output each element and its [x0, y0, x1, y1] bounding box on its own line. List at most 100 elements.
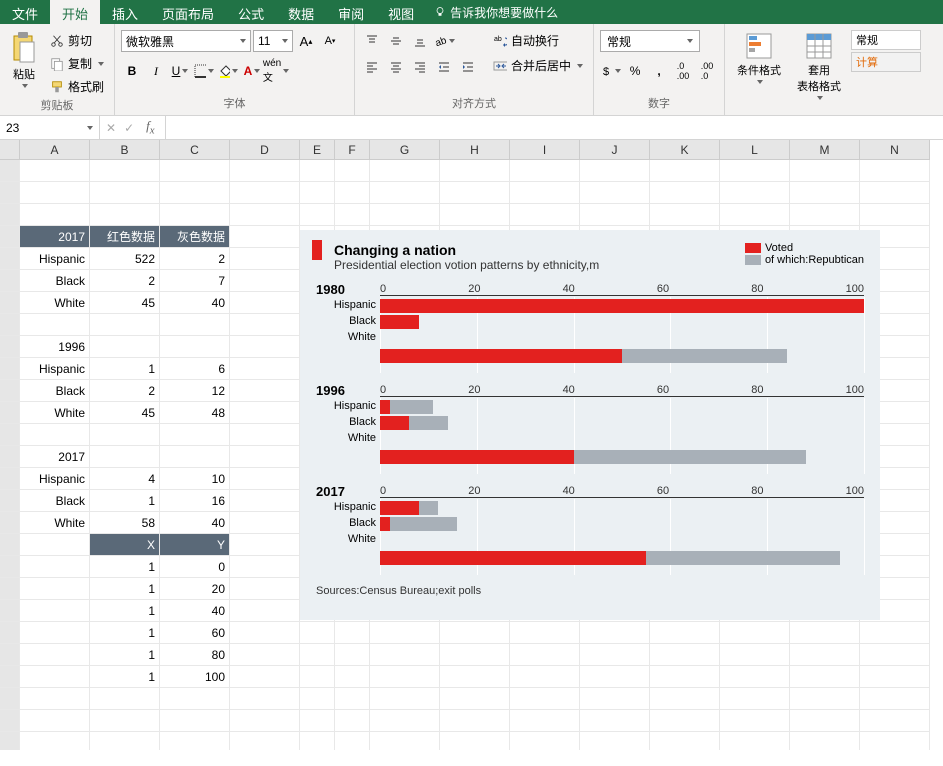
cell[interactable] [90, 732, 160, 750]
fx-icon[interactable]: fx [142, 118, 158, 137]
cell[interactable]: 1 [90, 622, 160, 644]
cell[interactable] [230, 182, 300, 204]
cell[interactable] [650, 688, 720, 710]
row-header[interactable] [0, 688, 20, 710]
cell[interactable] [860, 182, 930, 204]
column-header[interactable]: A [20, 140, 90, 160]
cell[interactable]: 40 [160, 292, 230, 314]
cell[interactable]: 1 [90, 556, 160, 578]
cell[interactable] [650, 666, 720, 688]
cell[interactable]: Black [20, 490, 90, 512]
cell[interactable] [230, 270, 300, 292]
cell[interactable] [300, 622, 335, 644]
cell[interactable] [90, 710, 160, 732]
cell[interactable] [790, 710, 860, 732]
formula-input[interactable] [166, 116, 943, 139]
cell[interactable] [650, 644, 720, 666]
cell[interactable] [230, 666, 300, 688]
row-header[interactable] [0, 226, 20, 248]
cell[interactable]: 灰色数据 [160, 226, 230, 248]
cell[interactable] [230, 380, 300, 402]
cell[interactable] [510, 710, 580, 732]
shrink-font-button[interactable]: A▾ [319, 30, 341, 52]
cell[interactable]: 2 [90, 380, 160, 402]
align-right-button[interactable] [409, 56, 431, 78]
conditional-format-button[interactable]: 条件格式 [731, 30, 787, 86]
cell[interactable] [650, 732, 720, 750]
cell[interactable]: 0 [160, 556, 230, 578]
cell[interactable] [90, 314, 160, 336]
cell[interactable] [370, 644, 440, 666]
cell[interactable] [580, 666, 650, 688]
cell[interactable]: 16 [160, 490, 230, 512]
row-header[interactable] [0, 512, 20, 534]
cut-button[interactable]: 剪切 [46, 30, 108, 51]
cell[interactable] [860, 688, 930, 710]
cell[interactable] [20, 424, 90, 446]
cell[interactable]: 2017 [20, 446, 90, 468]
tab-review[interactable]: 审阅 [326, 0, 376, 24]
cell[interactable] [230, 424, 300, 446]
cell[interactable] [650, 204, 720, 226]
cell[interactable] [860, 710, 930, 732]
cell[interactable] [720, 732, 790, 750]
align-top-button[interactable] [361, 30, 383, 52]
align-middle-button[interactable] [385, 30, 407, 52]
border-button[interactable] [193, 60, 215, 82]
tell-me[interactable]: 告诉我你想要做什么 [426, 0, 566, 24]
cell[interactable] [90, 204, 160, 226]
column-header[interactable]: G [370, 140, 440, 160]
cell[interactable] [160, 732, 230, 750]
row-header[interactable] [0, 578, 20, 600]
row-header[interactable] [0, 490, 20, 512]
cell[interactable] [860, 622, 930, 644]
cell[interactable] [790, 160, 860, 182]
row-header[interactable] [0, 446, 20, 468]
font-name-select[interactable]: 微软雅黑 [121, 30, 251, 52]
cell[interactable] [20, 160, 90, 182]
cell[interactable] [230, 512, 300, 534]
cell[interactable] [230, 556, 300, 578]
column-header[interactable]: K [650, 140, 720, 160]
row-header[interactable] [0, 182, 20, 204]
tab-view[interactable]: 视图 [376, 0, 426, 24]
cell[interactable] [230, 402, 300, 424]
cell[interactable]: 10 [160, 468, 230, 490]
cell[interactable] [160, 688, 230, 710]
column-header[interactable]: M [790, 140, 860, 160]
cell[interactable] [230, 292, 300, 314]
bold-button[interactable]: B [121, 60, 143, 82]
grow-font-button[interactable]: A▴ [295, 30, 317, 52]
cell[interactable] [160, 424, 230, 446]
cell[interactable] [230, 688, 300, 710]
cell[interactable]: White [20, 402, 90, 424]
cell[interactable] [90, 688, 160, 710]
tab-data[interactable]: 数据 [276, 0, 326, 24]
name-box[interactable]: 23 [0, 116, 100, 139]
orientation-button[interactable]: ab [433, 30, 455, 52]
row-header[interactable] [0, 336, 20, 358]
cell[interactable] [230, 468, 300, 490]
cell[interactable] [160, 314, 230, 336]
cell[interactable] [650, 160, 720, 182]
cell[interactable] [335, 710, 370, 732]
format-painter-button[interactable]: 格式刷 [46, 76, 108, 97]
comma-button[interactable]: , [648, 60, 670, 82]
cell[interactable] [300, 666, 335, 688]
column-header[interactable] [0, 140, 20, 160]
cell[interactable] [440, 732, 510, 750]
row-header[interactable] [0, 710, 20, 732]
cell[interactable] [20, 578, 90, 600]
cell[interactable] [20, 644, 90, 666]
cell[interactable]: 2 [160, 248, 230, 270]
wrap-text-button[interactable]: ab自动换行 [489, 30, 587, 51]
cell[interactable] [230, 226, 300, 248]
merge-center-button[interactable]: 合并后居中 [489, 55, 587, 76]
cancel-icon[interactable]: ✕ [106, 121, 116, 135]
column-header[interactable]: N [860, 140, 930, 160]
cell[interactable] [20, 204, 90, 226]
cell[interactable]: 2 [90, 270, 160, 292]
cell[interactable] [510, 622, 580, 644]
cell[interactable] [370, 622, 440, 644]
cell[interactable] [20, 314, 90, 336]
